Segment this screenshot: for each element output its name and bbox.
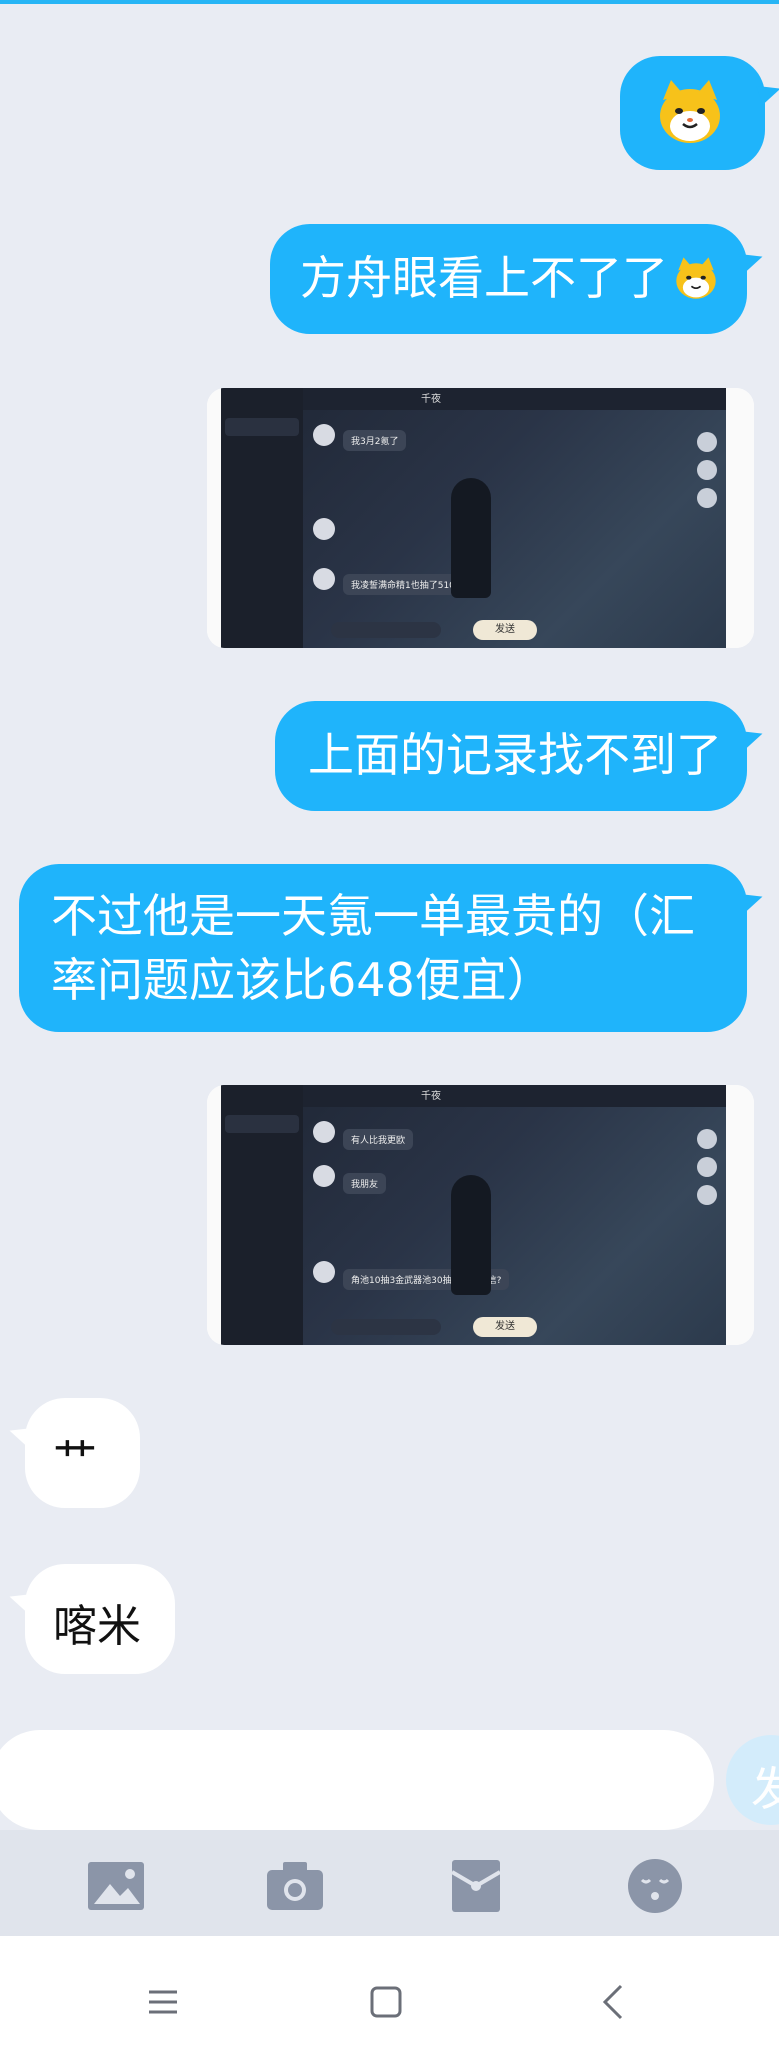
- screenshot-right-edge: [726, 388, 754, 648]
- game-chat-sidebar: [221, 1085, 303, 1345]
- message-input[interactable]: [0, 1730, 714, 1830]
- game-character-figure: [451, 478, 491, 598]
- message-text: 不过他是一天氪一单最贵的（汇率问题应该比648便宜）: [51, 889, 695, 1007]
- party-member-icon: [697, 460, 717, 480]
- party-member-icon: [697, 432, 717, 452]
- message-text: 方舟眼看上不了了: [300, 251, 668, 305]
- incoming-message-bubble[interactable]: 喀米: [25, 1564, 175, 1674]
- outgoing-message-bubble[interactable]: 上面的记录找不到了: [275, 701, 747, 811]
- game-chat-input: [331, 1319, 441, 1335]
- incoming-message-bubble[interactable]: 艹: [25, 1398, 140, 1508]
- screenshot-right-edge: [726, 1085, 754, 1345]
- game-chat-message: 有人比我更欧: [343, 1129, 414, 1150]
- top-accent-bar: [0, 0, 779, 4]
- chat-avatar: [313, 518, 335, 540]
- emoji-icon[interactable]: [625, 1858, 685, 1914]
- screenshot-left-edge: [207, 1085, 221, 1345]
- game-chat-title: 千夜: [421, 1091, 441, 1102]
- system-navigation-bar: [0, 1936, 779, 2066]
- yellow-cat-sticker-icon: [660, 80, 720, 143]
- yellow-cat-emoji-icon: [676, 257, 716, 299]
- game-character-figure: [451, 1175, 491, 1295]
- chat-avatar: [313, 424, 335, 446]
- chat-avatar: [313, 1165, 335, 1187]
- game-chat-message: 我朋友: [343, 1173, 387, 1194]
- chat-avatar: [313, 1121, 335, 1143]
- outgoing-message-bubble[interactable]: 不过他是一天氪一单最贵的（汇率问题应该比648便宜）: [19, 864, 747, 1032]
- outgoing-sticker-bubble[interactable]: [620, 56, 765, 170]
- party-member-icon: [697, 1129, 717, 1149]
- game-chat-contact: [225, 1115, 299, 1133]
- image-icon[interactable]: [86, 1858, 146, 1914]
- send-label: 发: [751, 1762, 779, 1816]
- screenshot-left-edge: [207, 388, 221, 648]
- party-member-icon: [697, 1157, 717, 1177]
- game-screenshot-image[interactable]: 千夜 我3月2氪了 我凌誓满命精1也抽了510抽 发送: [207, 388, 754, 648]
- game-send-button: 发送: [473, 620, 537, 640]
- menu-icon[interactable]: [133, 1972, 193, 2032]
- game-chat-sidebar: [221, 388, 303, 648]
- chat-toolbar: [0, 1830, 779, 1936]
- game-send-button: 发送: [473, 1317, 537, 1337]
- camera-icon[interactable]: [265, 1858, 325, 1914]
- message-text: 上面的记录找不到了: [308, 728, 722, 782]
- game-screenshot-image[interactable]: 千夜 有人比我更欧 我朋友 角池10抽3金武器池30抽饕金你敢信? 发送: [207, 1085, 754, 1345]
- game-chat-input: [331, 622, 441, 638]
- chat-avatar: [313, 568, 335, 590]
- game-chat-scene: 千夜 我3月2氪了 我凌誓满命精1也抽了510抽 发送: [221, 388, 726, 648]
- send-button[interactable]: 发: [726, 1735, 779, 1825]
- game-chat-contact: [225, 418, 299, 436]
- game-chat-scene: 千夜 有人比我更欧 我朋友 角池10抽3金武器池30抽饕金你敢信? 发送: [221, 1085, 726, 1345]
- home-icon[interactable]: [356, 1972, 416, 2032]
- game-chat-message: 我3月2氪了: [343, 430, 407, 451]
- game-chat-title: 千夜: [421, 394, 441, 405]
- back-icon[interactable]: [583, 1972, 643, 2032]
- party-member-icon: [697, 1185, 717, 1205]
- message-text: 艹: [53, 1435, 97, 1486]
- message-text: 喀米: [53, 1601, 141, 1652]
- outgoing-message-bubble[interactable]: 方舟眼看上不了了: [270, 224, 747, 334]
- red-packet-icon[interactable]: [446, 1858, 506, 1914]
- chat-avatar: [313, 1261, 335, 1283]
- party-member-icon: [697, 488, 717, 508]
